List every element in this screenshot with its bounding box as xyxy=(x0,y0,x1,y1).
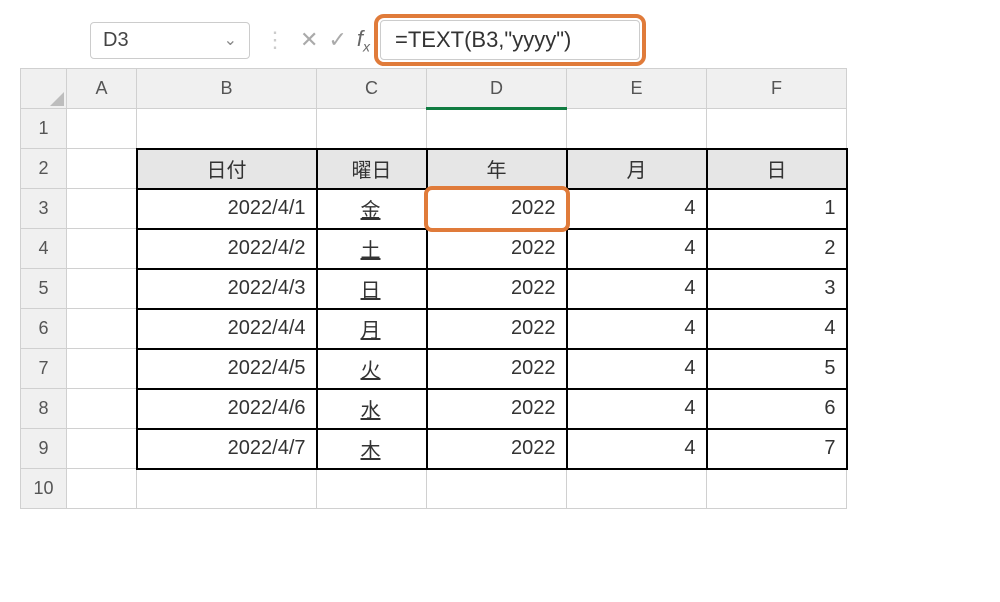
chevron-down-icon: ⌄ xyxy=(224,30,237,50)
cell-A8[interactable] xyxy=(67,389,137,429)
row-header-9[interactable]: 9 xyxy=(21,429,67,469)
cell-B1[interactable] xyxy=(137,109,317,149)
cell-F7[interactable]: 5 xyxy=(707,349,847,389)
cell-B8[interactable]: 2022/4/6 xyxy=(137,389,317,429)
confirm-icon[interactable]: ✓ xyxy=(328,27,346,53)
cell-F9[interactable]: 7 xyxy=(707,429,847,469)
cell-A7[interactable] xyxy=(67,349,137,389)
cell-D7[interactable]: 2022 xyxy=(427,349,567,389)
cell-A10[interactable] xyxy=(67,469,137,509)
cell-D1[interactable] xyxy=(427,109,567,149)
cell-F4[interactable]: 2 xyxy=(707,229,847,269)
cell-F3[interactable]: 1 xyxy=(707,189,847,229)
cell-B3[interactable]: 2022/4/1 xyxy=(137,189,317,229)
cell-A3[interactable] xyxy=(67,189,137,229)
cell-E4[interactable]: 4 xyxy=(567,229,707,269)
row-header-10[interactable]: 10 xyxy=(21,469,67,509)
header-day[interactable]: 日 xyxy=(707,149,847,189)
row-header-7[interactable]: 7 xyxy=(21,349,67,389)
col-header-F[interactable]: F xyxy=(707,69,847,109)
name-box[interactable]: D3 ⌄ xyxy=(90,22,250,59)
cell-C5[interactable]: 日 xyxy=(317,269,427,309)
cell-B7[interactable]: 2022/4/5 xyxy=(137,349,317,389)
cell-F6[interactable]: 4 xyxy=(707,309,847,349)
cancel-icon[interactable]: ✕ xyxy=(300,27,318,53)
cell-F8[interactable]: 6 xyxy=(707,389,847,429)
cell-B6[interactable]: 2022/4/4 xyxy=(137,309,317,349)
cell-C8[interactable]: 水 xyxy=(317,389,427,429)
cell-E6[interactable]: 4 xyxy=(567,309,707,349)
cell-E10[interactable] xyxy=(567,469,707,509)
cell-E9[interactable]: 4 xyxy=(567,429,707,469)
row-header-6[interactable]: 6 xyxy=(21,309,67,349)
header-date[interactable]: 日付 xyxy=(137,149,317,189)
row-header-3[interactable]: 3 xyxy=(21,189,67,229)
cell-C10[interactable] xyxy=(317,469,427,509)
cell-A9[interactable] xyxy=(67,429,137,469)
cell-C3[interactable]: 金 xyxy=(317,189,427,229)
col-header-D[interactable]: D xyxy=(427,69,567,109)
cell-D5[interactable]: 2022 xyxy=(427,269,567,309)
cell-D3[interactable]: 2022 xyxy=(427,189,567,229)
row-header-8[interactable]: 8 xyxy=(21,389,67,429)
col-header-C[interactable]: C xyxy=(317,69,427,109)
col-header-A[interactable]: A xyxy=(67,69,137,109)
cell-D3-value: 2022 xyxy=(511,197,556,219)
cell-C6[interactable]: 月 xyxy=(317,309,427,349)
row-header-2[interactable]: 2 xyxy=(21,149,67,189)
cell-C4[interactable]: 土 xyxy=(317,229,427,269)
cell-A1[interactable] xyxy=(67,109,137,149)
cell-E5[interactable]: 4 xyxy=(567,269,707,309)
formula-bar[interactable]: =TEXT(B3,"yyyy") xyxy=(380,20,640,60)
select-all-corner[interactable] xyxy=(21,69,67,109)
cell-F10[interactable] xyxy=(707,469,847,509)
cell-E7[interactable]: 4 xyxy=(567,349,707,389)
cell-A5[interactable] xyxy=(67,269,137,309)
cell-D9[interactable]: 2022 xyxy=(427,429,567,469)
fx-icon[interactable]: fx xyxy=(357,26,370,54)
cell-B4[interactable]: 2022/4/2 xyxy=(137,229,317,269)
formula-text: =TEXT(B3,"yyyy") xyxy=(395,27,571,52)
cell-C9[interactable]: 木 xyxy=(317,429,427,469)
spreadsheet-grid[interactable]: A B C D E F 1 2 日付 曜日 年 月 日 3 xyxy=(20,68,848,509)
header-month[interactable]: 月 xyxy=(567,149,707,189)
cell-B9[interactable]: 2022/4/7 xyxy=(137,429,317,469)
row-header-1[interactable]: 1 xyxy=(21,109,67,149)
cell-D8[interactable]: 2022 xyxy=(427,389,567,429)
header-year[interactable]: 年 xyxy=(427,149,567,189)
cell-D10[interactable] xyxy=(427,469,567,509)
cell-F5[interactable]: 3 xyxy=(707,269,847,309)
cell-C1[interactable] xyxy=(317,109,427,149)
cell-E8[interactable]: 4 xyxy=(567,389,707,429)
row-header-4[interactable]: 4 xyxy=(21,229,67,269)
cell-B5[interactable]: 2022/4/3 xyxy=(137,269,317,309)
cell-A6[interactable] xyxy=(67,309,137,349)
separator: ⋮ xyxy=(260,27,290,53)
cell-A4[interactable] xyxy=(67,229,137,269)
cell-E3[interactable]: 4 xyxy=(567,189,707,229)
col-header-B[interactable]: B xyxy=(137,69,317,109)
cell-C7[interactable]: 火 xyxy=(317,349,427,389)
cell-A2[interactable] xyxy=(67,149,137,189)
cell-F1[interactable] xyxy=(707,109,847,149)
header-dow[interactable]: 曜日 xyxy=(317,149,427,189)
col-header-E[interactable]: E xyxy=(567,69,707,109)
cell-D6[interactable]: 2022 xyxy=(427,309,567,349)
cell-E1[interactable] xyxy=(567,109,707,149)
row-header-5[interactable]: 5 xyxy=(21,269,67,309)
cell-B10[interactable] xyxy=(137,469,317,509)
cell-D4[interactable]: 2022 xyxy=(427,229,567,269)
name-box-value: D3 xyxy=(103,29,129,52)
